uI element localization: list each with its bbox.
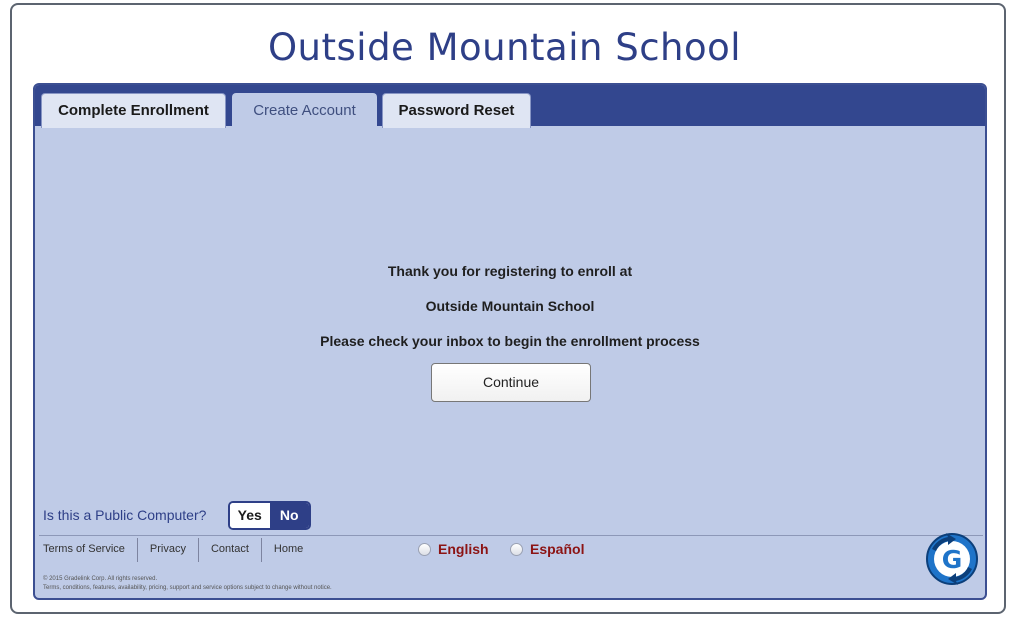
tab-bar: Complete Enrollment Create Account Passw…	[35, 85, 985, 128]
footer-divider	[39, 535, 983, 536]
continue-button[interactable]: Continue	[431, 363, 591, 402]
enrollment-panel: Complete Enrollment Create Account Passw…	[33, 83, 987, 600]
public-computer-toggle: Yes No	[228, 501, 311, 530]
public-computer-no-option[interactable]: No	[269, 503, 309, 528]
english-label: English	[438, 541, 489, 557]
espanol-label: Español	[530, 541, 585, 557]
footer-link-home[interactable]: Home	[262, 538, 315, 562]
footer-links: Terms of Service Privacy Contact Home	[35, 538, 315, 562]
public-computer-question: Is this a Public Computer?	[43, 507, 207, 523]
footer-link-contact[interactable]: Contact	[199, 538, 262, 562]
english-radio[interactable]	[418, 542, 431, 556]
espanol-radio[interactable]	[510, 542, 523, 556]
tab-complete-enrollment[interactable]: Complete Enrollment	[41, 93, 226, 128]
language-option-english[interactable]: English	[418, 541, 489, 557]
footer-link-privacy[interactable]: Privacy	[138, 538, 199, 562]
school-name-text: Outside Mountain School	[425, 298, 595, 314]
language-option-espanol[interactable]: Español	[510, 541, 584, 557]
gradelink-logo-icon: G	[926, 533, 978, 585]
logo-letter: G	[942, 545, 963, 574]
check-inbox-message: Please check your inbox to begin the enr…	[320, 333, 700, 349]
tab-password-reset[interactable]: Password Reset	[382, 93, 531, 128]
copyright-text: © 2015 Gradelink Corp. All rights reserv…	[43, 576, 158, 582]
footer-link-terms[interactable]: Terms of Service	[35, 538, 138, 562]
page-title: Outside Mountain School	[267, 26, 742, 69]
thank-you-message: Thank you for registering to enroll at	[387, 263, 633, 279]
tab-create-account[interactable]: Create Account	[232, 93, 377, 128]
disclaimer-text: Terms, conditions, features, availabilit…	[43, 585, 332, 591]
public-computer-yes-option[interactable]: Yes	[230, 503, 270, 528]
